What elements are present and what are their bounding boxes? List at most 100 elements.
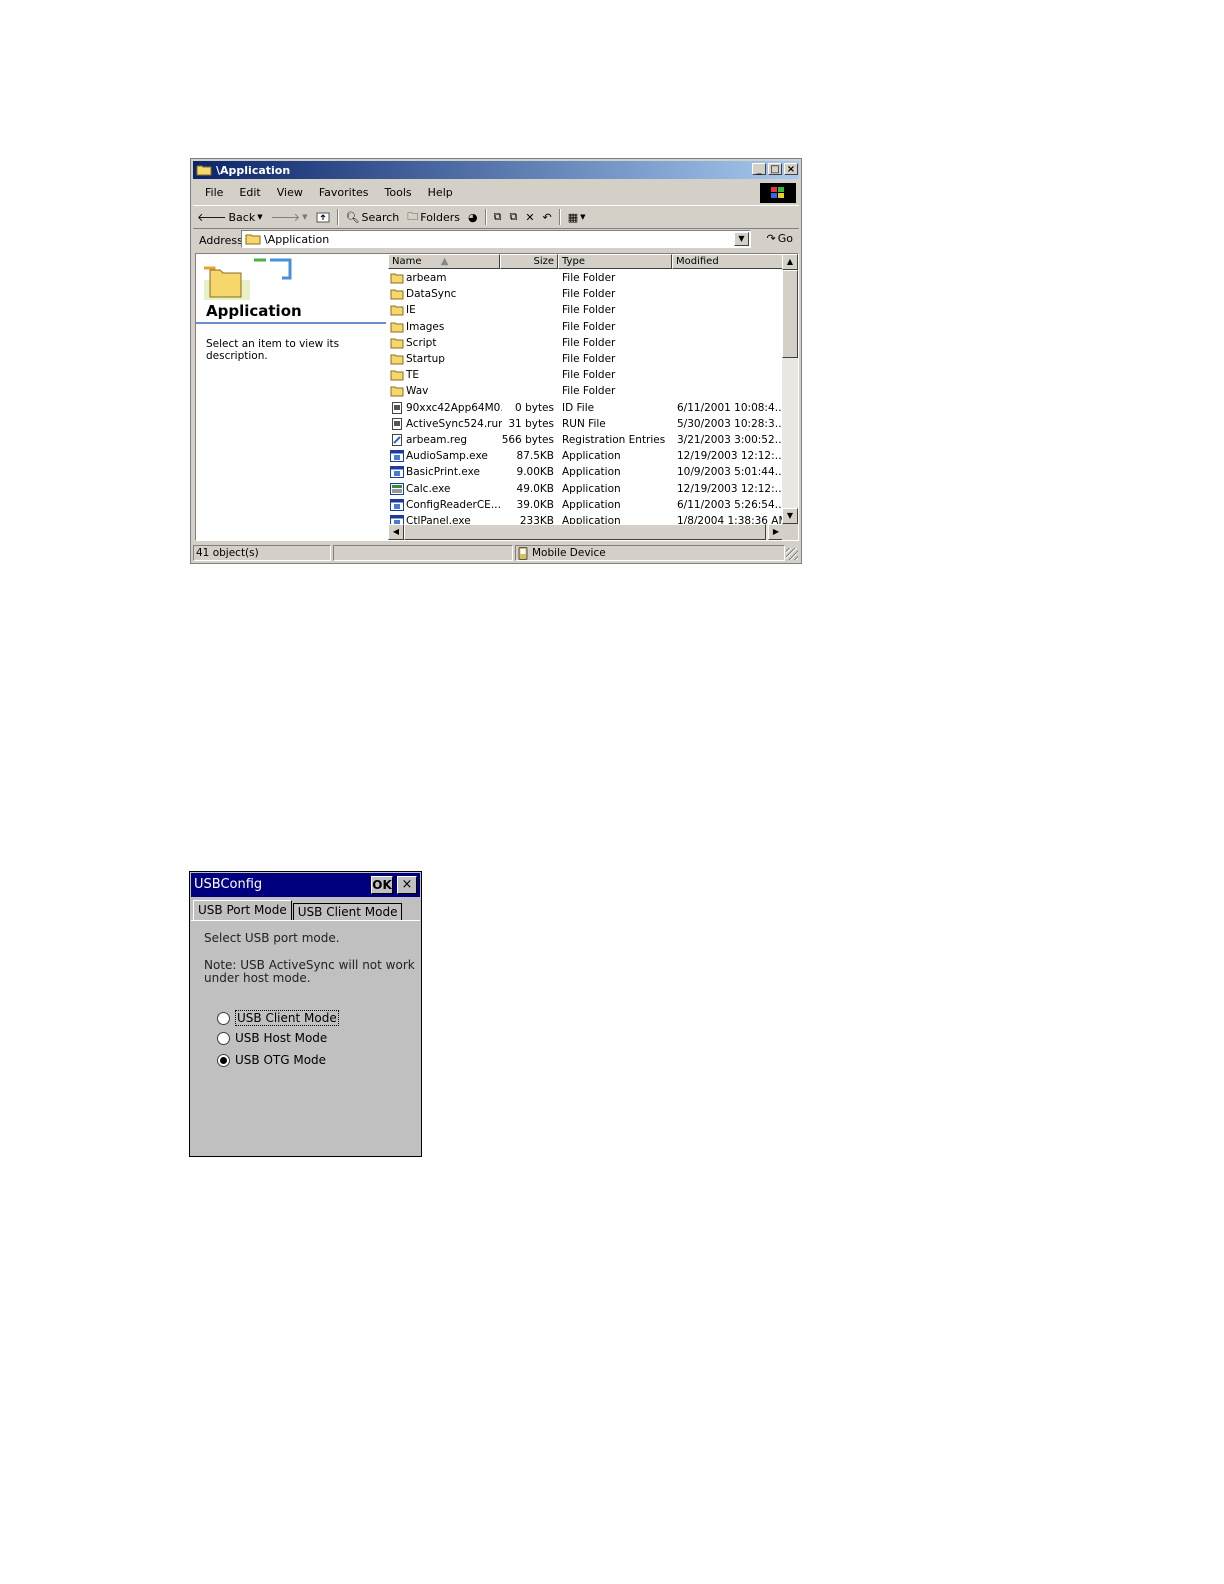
file-row[interactable]: Wav File Folder [388,384,784,400]
file-row[interactable]: arbeam.reg 566 bytes Registration Entries 3… [388,433,784,449]
forward-button[interactable]: 🡒 ▼ [267,210,312,224]
resize-grip-icon[interactable] [786,548,798,560]
note-line-2: under host mode. [204,971,311,985]
maximize-button[interactable]: □ [768,163,782,175]
registry-icon [390,434,404,446]
explorer-window: \Application _ □ × File Edit View Favori… [190,158,802,564]
radio-label: USB OTG Mode [235,1053,327,1067]
scroll-left-button[interactable]: ◀ [388,524,404,540]
location-text: Mobile Device [532,547,606,559]
chevron-down-icon: ▼ [580,213,586,221]
file-modified: 3/21/2003 3:00:52… [677,434,784,446]
views-button[interactable]: ▦ ▼ [564,211,590,224]
radio-usb-client-mode[interactable]: USB Client Mode [217,1010,339,1026]
file-row[interactable]: ActiveSync524.run 31 bytes RUN File 5/30/20… [388,417,784,433]
delete-button[interactable]: ✕ [521,211,538,224]
file-type: File Folder [562,353,616,365]
address-bar: Address \Application ▼ ↷ Go [193,229,799,251]
folders-icon: 🗀 [407,209,419,223]
up-folder-button[interactable] [312,211,334,223]
copy-to-button[interactable]: ⧉ [505,210,521,224]
tab-usb-port-mode[interactable]: USB Port Mode [193,900,292,921]
file-modified: 10/9/2003 5:01:44… [677,466,784,479]
file-row[interactable]: AudioSamp.exe 87.5KB Application 12/19/2003… [388,449,784,465]
radio-label: USB Client Mode [235,1010,339,1026]
up-folder-icon [316,212,329,223]
address-dropdown-button[interactable]: ▼ [734,232,749,246]
scroll-down-button[interactable]: ▼ [782,508,798,524]
back-button[interactable]: 🡐 Back ▼ [193,210,267,225]
file-row[interactable]: TE File Folder [388,368,784,384]
file-icon [390,417,404,430]
file-row[interactable]: BasicPrint.exe 9.00KB Application 10/9/2003… [388,465,784,481]
file-row[interactable]: IE File Folder [388,303,784,319]
file-size: 49.0KB [516,482,554,495]
title-bar[interactable]: \Application _ □ × [193,161,799,179]
app-icon [390,466,404,479]
status-bar: 41 object(s) Mobile Device [193,543,799,563]
file-name: 90xxc42App64M0… [406,401,502,414]
column-header-modified[interactable]: Modified [672,254,784,269]
tab-usb-client-mode[interactable]: USB Client Mode [292,903,403,920]
vertical-scrollbar[interactable]: ▲ ▼ [782,254,798,524]
radio-usb-host-mode[interactable]: USB Host Mode [217,1031,327,1045]
file-name: Startup [406,353,445,365]
address-input[interactable]: \Application ▼ [241,230,751,248]
chevron-down-icon: ▼ [257,213,263,221]
close-button[interactable]: × [397,876,417,894]
go-button[interactable]: ↷ Go [767,232,793,245]
undo-button[interactable]: ↶ [539,211,556,224]
move-to-button[interactable]: ⧉ [490,210,506,224]
menu-tools[interactable]: Tools [377,186,420,199]
folders-button[interactable]: 🗀 Folders [403,208,464,227]
file-type: File Folder [562,320,616,333]
file-row[interactable]: DataSync File Folder [388,287,784,303]
horizontal-scrollbar[interactable]: ◀ ▶ [388,524,784,540]
radio-button[interactable] [217,1011,230,1025]
ok-button[interactable]: OK [371,876,393,894]
horizontal-scroll-thumb[interactable] [404,524,766,540]
file-row[interactable]: arbeam File Folder [388,271,784,287]
file-modified: 6/11/2001 10:08:4… [677,401,784,414]
status-object-count: 41 object(s) [193,545,331,561]
column-header-type[interactable]: Type [558,254,672,269]
vertical-scroll-thumb[interactable] [782,270,798,358]
file-type: File Folder [562,385,616,398]
radio-button-selected[interactable] [217,1053,230,1067]
minimize-button[interactable]: _ [752,163,766,175]
file-row[interactable]: Startup File Folder [388,352,784,368]
file-type: File Folder [562,336,616,349]
menu-favorites[interactable]: Favorites [311,186,377,199]
sort-ascending-icon: ▲ [440,256,449,267]
column-header-name[interactable]: Name ▲ [388,254,500,269]
menu-file[interactable]: File [197,186,231,199]
file-row[interactable]: Calc.exe 49.0KB Application 12/19/2003 12:1… [388,482,784,498]
menu-help[interactable]: Help [420,186,461,199]
menu-edit[interactable]: Edit [231,186,268,199]
file-name: TE [406,369,420,382]
radio-usb-otg-mode[interactable]: USB OTG Mode [217,1053,326,1067]
menu-view[interactable]: View [269,186,311,199]
file-type: ID File [562,401,595,414]
column-header-size[interactable]: Size [500,254,558,269]
file-row[interactable]: Script File Folder [388,336,784,352]
file-modified: 5/30/2003 10:28:3… [677,417,784,430]
file-row[interactable]: Images File Folder [388,320,784,336]
search-button[interactable]: 🔍︎ Search [342,211,404,224]
column-name-label: Name [392,256,422,267]
file-type: Application [562,482,621,495]
folder-icon [390,385,404,397]
details-pane: Application Select an item to view its d… [196,254,386,540]
scroll-corner [782,524,798,540]
go-label: Go [777,232,793,245]
folder-icon [390,272,404,284]
file-row[interactable]: 90xxc42App64M0… 0 bytes ID File 6/11/2001 1… [388,401,784,417]
folder-icon [390,369,404,381]
file-row[interactable]: ConfigReaderCE.… 39.0KB Application 6/11/20… [388,498,784,514]
scroll-up-button[interactable]: ▲ [782,254,798,270]
close-button[interactable]: × [784,163,798,175]
history-button[interactable]: ◕ [464,211,482,224]
folder-icon [390,353,404,365]
radio-button[interactable] [217,1031,230,1045]
file-name: arbeam.reg [406,434,468,446]
